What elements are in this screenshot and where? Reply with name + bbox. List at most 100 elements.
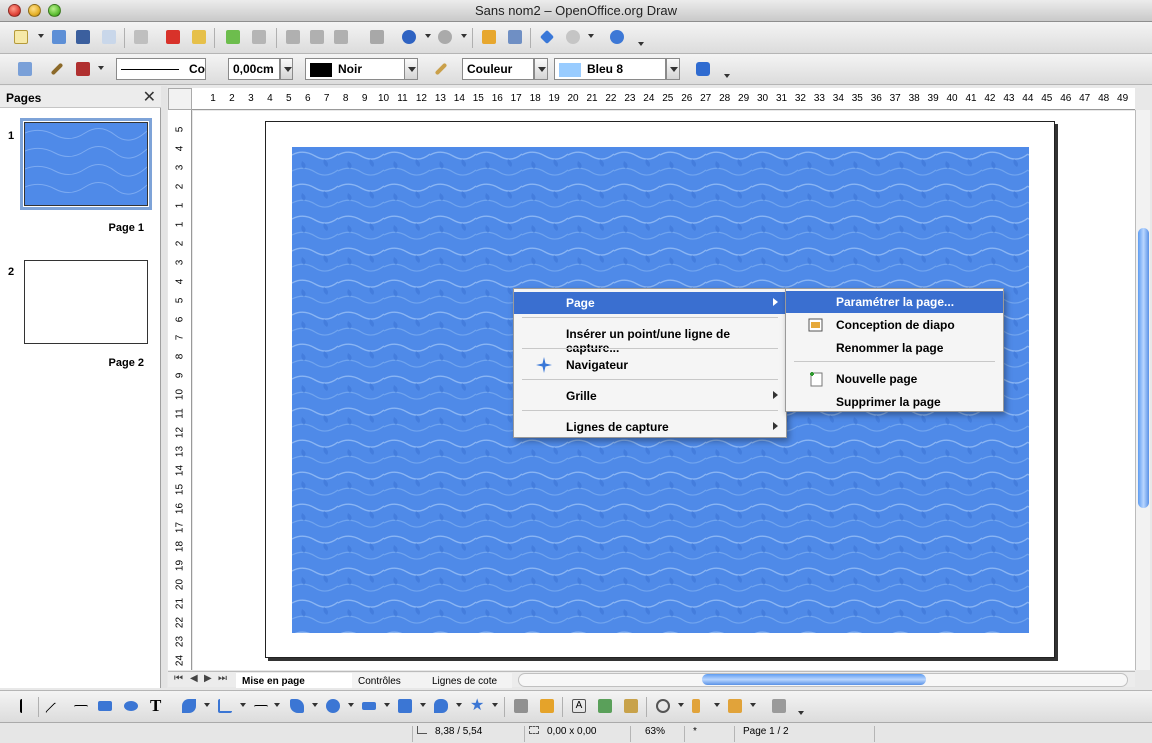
line-icon[interactable] (48, 60, 66, 78)
horizontal-ruler[interactable]: 1 2 3 4 5 6 7 8 9 10 11 12 13 14 15 16 17 18 19 20 21 22 23 24 2… (192, 88, 1135, 110)
close-icon[interactable]: ✕ (143, 87, 156, 107)
gallery-icon[interactable] (622, 697, 640, 715)
area-style-field[interactable]: Couleur (462, 58, 534, 80)
redo-icon[interactable] (436, 28, 454, 46)
menu-item-page[interactable]: Page (514, 292, 786, 314)
submenu-item-slide-design[interactable]: Conception de diapo (786, 314, 1003, 336)
basic-shapes-dropdown-caret[interactable] (312, 703, 318, 707)
line-style-field[interactable]: Co (116, 58, 206, 80)
select-arrow-icon[interactable] (14, 697, 32, 715)
flowchart-icon[interactable] (396, 697, 414, 715)
copy-icon[interactable] (308, 28, 326, 46)
menu-item-grid[interactable]: Grille (514, 385, 786, 407)
submenu-item-rename-page[interactable]: Renommer la page (786, 337, 1003, 359)
cut-icon[interactable] (284, 28, 302, 46)
tab-lignes-de-cote[interactable]: Lignes de cote (426, 673, 512, 688)
drawbar-overflow-caret[interactable] (798, 711, 804, 715)
area-icon[interactable] (74, 60, 92, 78)
area-dropdown-caret[interactable] (98, 66, 104, 70)
menu-item-insert-snap[interactable]: Insérer un point/une ligne de capture... (514, 323, 786, 355)
line-width-field[interactable]: 0,00cm (228, 58, 280, 80)
glue-points-icon[interactable] (538, 697, 556, 715)
alignment-dropdown-caret[interactable] (714, 703, 720, 707)
submenu-item-new-page[interactable]: Nouvelle page (786, 368, 1003, 390)
previous-tab-icon[interactable]: ◀ (190, 673, 198, 684)
callouts-icon[interactable] (432, 697, 450, 715)
email-icon[interactable] (100, 28, 118, 46)
new-document-icon[interactable] (12, 28, 30, 46)
edit-file-icon[interactable] (132, 28, 150, 46)
zoom-level[interactable]: 63% (630, 726, 684, 742)
page-thumbnail-2[interactable] (24, 260, 148, 344)
fontwork-icon[interactable]: A (570, 697, 588, 715)
curve-icon[interactable] (180, 697, 198, 715)
stars-dropdown-caret[interactable] (492, 703, 498, 707)
save-icon[interactable] (74, 28, 92, 46)
connector-dropdown-caret[interactable] (240, 703, 246, 707)
last-tab-icon[interactable]: ⏭ (218, 673, 227, 684)
shadow-icon[interactable] (694, 60, 712, 78)
insert-image-icon[interactable] (596, 697, 614, 715)
area-color-field[interactable]: Bleu 8 (554, 58, 666, 80)
symbol-shapes-icon[interactable] (324, 697, 342, 715)
curve-dropdown-caret[interactable] (204, 703, 210, 707)
menu-item-snap-lines[interactable]: Lignes de capture (514, 416, 786, 438)
tab-controles[interactable]: Contrôles (352, 673, 426, 688)
help-icon[interactable] (608, 28, 626, 46)
symbol-shapes-dropdown-caret[interactable] (348, 703, 354, 707)
spellcheck-icon[interactable] (224, 28, 242, 46)
vertical-ruler[interactable]: 5 4 3 2 1 1 2 3 4 5 6 7 8 9 10 11 12 13 14 15 16 17 18 19 20 21 22… (168, 110, 192, 670)
submenu-item-page-setup[interactable]: Paramétrer la page... (786, 291, 1003, 313)
line-width-spinner[interactable] (280, 58, 293, 80)
brush-icon[interactable] (432, 60, 450, 78)
rotate-icon[interactable] (654, 697, 672, 715)
callouts-dropdown-caret[interactable] (456, 703, 462, 707)
autospellcheck-icon[interactable] (250, 28, 268, 46)
submenu-item-delete-page[interactable]: Supprimer la page (786, 391, 1003, 413)
connector-icon[interactable] (216, 697, 234, 715)
alignment-icon[interactable] (690, 697, 708, 715)
arrange-icon[interactable] (726, 697, 744, 715)
points-icon[interactable] (512, 697, 530, 715)
line-color-field[interactable]: Noir (305, 58, 405, 80)
undo-dropdown-caret[interactable] (425, 34, 431, 38)
page-thumbnail-1[interactable] (20, 118, 152, 210)
block-arrows-dropdown-caret[interactable] (384, 703, 390, 707)
lines-arrows-icon[interactable] (252, 697, 270, 715)
line-tool-icon[interactable] (45, 697, 65, 722)
horizontal-scroll-thumb[interactable] (702, 674, 926, 685)
toolbar2-overflow-caret[interactable] (724, 74, 730, 78)
clone-formatting-icon[interactable] (368, 28, 386, 46)
paste-icon[interactable] (332, 28, 350, 46)
chart-icon[interactable] (480, 28, 498, 46)
redo-dropdown-caret[interactable] (461, 34, 467, 38)
new-dropdown-caret[interactable] (38, 34, 44, 38)
panel-splitter[interactable] (161, 86, 167, 688)
tab-mise-en-page[interactable]: Mise en page (236, 673, 352, 688)
block-arrows-icon[interactable] (360, 697, 378, 715)
zoom-icon[interactable] (564, 28, 582, 46)
basic-shapes-icon[interactable] (288, 697, 306, 715)
table-icon[interactable] (506, 28, 524, 46)
rotate-dropdown-caret[interactable] (678, 703, 684, 707)
stars-icon[interactable]: ★ (468, 697, 486, 715)
navigator-toolbar-icon[interactable] (538, 28, 556, 46)
rectangle-icon[interactable] (96, 697, 114, 715)
styles-icon[interactable] (16, 60, 34, 78)
vertical-scrollbar[interactable] (1135, 110, 1150, 670)
area-color-dropdown[interactable] (666, 58, 680, 80)
area-style-dropdown[interactable] (534, 58, 548, 80)
shadow-toggle-icon[interactable] (770, 697, 788, 715)
print-icon[interactable] (190, 28, 208, 46)
export-pdf-icon[interactable] (164, 28, 182, 46)
flowchart-dropdown-caret[interactable] (420, 703, 426, 707)
arrow-line-icon[interactable] (72, 697, 90, 715)
toolbar-overflow-caret[interactable] (638, 42, 644, 46)
undo-icon[interactable] (400, 28, 418, 46)
lines-dropdown-caret[interactable] (274, 703, 280, 707)
next-tab-icon[interactable]: ▶ (204, 673, 212, 684)
zoom-dropdown-caret[interactable] (588, 34, 594, 38)
arrange-dropdown-caret[interactable] (750, 703, 756, 707)
ruler-origin[interactable] (168, 88, 192, 110)
menu-item-navigator[interactable]: Navigateur (514, 354, 786, 376)
